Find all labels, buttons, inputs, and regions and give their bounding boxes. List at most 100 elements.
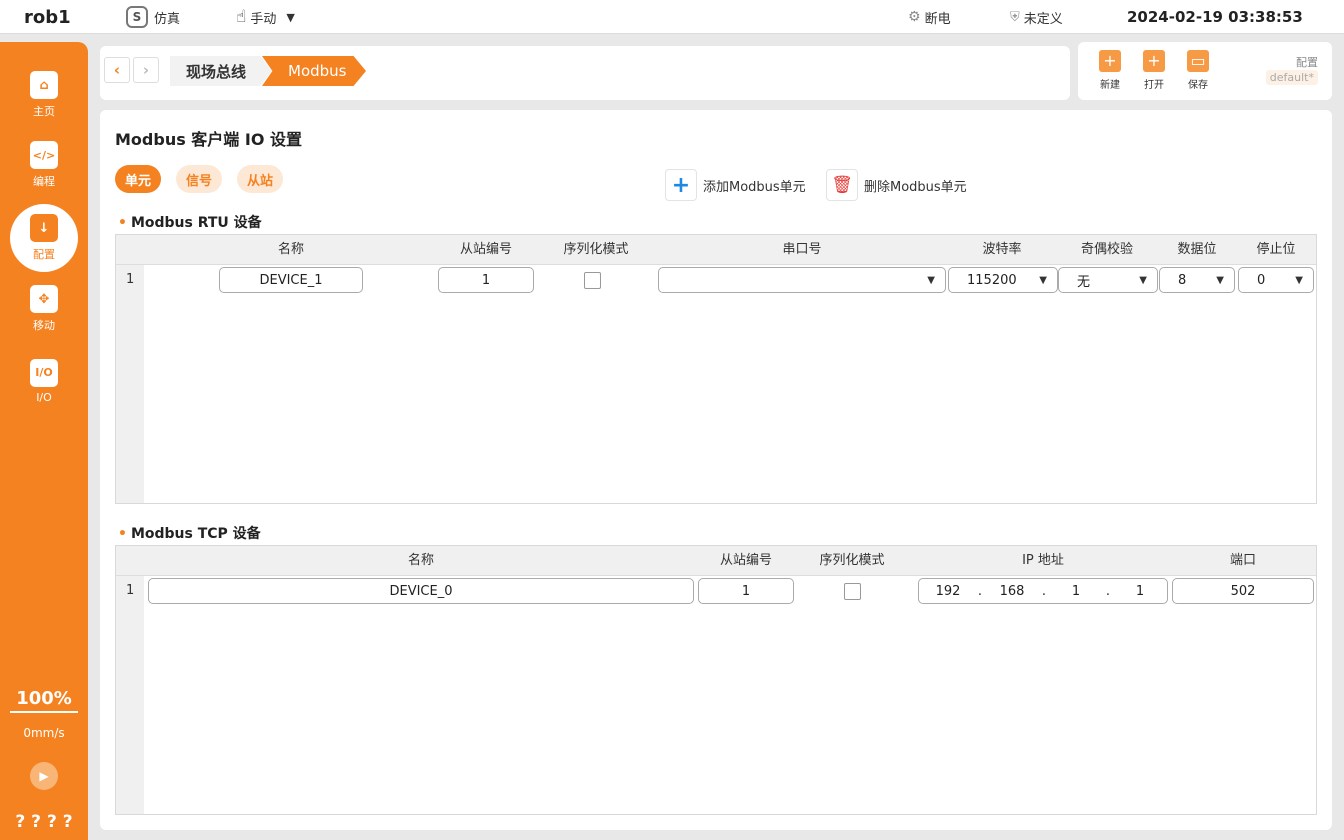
chevron-down-icon: ▼ [927,274,935,286]
sidebar-item-label: 移动 [33,319,55,332]
ip-octet: 1 [1071,583,1081,599]
trash-icon: 🗑 [826,169,858,201]
ip-octet: 192 [935,583,961,599]
col-port: 串口号 [782,242,822,257]
play-icon: ▶ [39,769,49,783]
delete-modbus-unit-button[interactable]: 🗑 删除Modbus单元 [826,168,967,202]
tab-unit[interactable]: 单元 [115,165,161,193]
col-parity: 奇偶校验 [1080,242,1133,257]
col-port: 端口 [1229,553,1256,568]
col-slave: 从站编号 [719,553,772,568]
power-label: 断电 [924,11,951,27]
rtu-slave-input[interactable]: 1 [438,267,534,293]
open-label: 打开 [1144,80,1164,91]
col-baud: 波特率 [982,242,1022,257]
plus-icon: + [665,169,697,201]
sim-label: 仿真 [154,11,181,27]
tcp-port-input[interactable]: 502 [1172,578,1314,604]
rtu-baud-select[interactable]: 115200 ▼ [948,267,1058,293]
io-icon: I/O [30,358,58,387]
tcp-slave-input[interactable]: 1 [698,578,794,604]
safety-status: ⛨ 未定义 [1010,0,1063,34]
speed-value: 0mm/s [23,726,65,740]
chevron-down-icon: ▼ [1039,274,1047,286]
tab-signal[interactable]: 信号 [176,165,222,193]
config-name-badge[interactable]: default* [1265,70,1318,85]
page-title: Modbus 客户端 IO 设置 [115,130,303,149]
sidebar-item-config[interactable]: ↓ 配置 [10,204,78,272]
sim-toggle[interactable]: S 仿真 [126,0,180,34]
sidebar-item-label: 配置 [33,248,55,261]
safety-label: 未定义 [1023,11,1063,27]
bullet-icon: • [118,215,127,231]
new-button[interactable]: + 新建 [1092,50,1128,91]
save-button[interactable]: ▭ 保存 [1180,50,1216,91]
bottom-status: ? ? ? ? [15,812,73,832]
tab-slave[interactable]: 从站 [237,165,283,193]
tcp-table: 名称 从站编号 序列化模式 IP 地址 端口 1 DEVICE_0 1 192 … [115,545,1317,815]
col-serialized: 序列化模式 [563,242,629,257]
rtu-databits-select[interactable]: 8 ▼ [1159,267,1235,293]
bullet-icon: • [118,526,127,542]
tcp-serialized-checkbox[interactable] [844,583,861,600]
tcp-ip-input[interactable]: 192 . 168 . 1 . 1 [918,578,1168,604]
sidebar: ⌂ 主页 </> 编程 ↓ 配置 ✥ 移动 I/O I/O 100% 0mm/s… [0,42,88,840]
sidebar-item-program[interactable]: </> 编程 [0,134,88,196]
breadcrumb-item-modbus[interactable]: Modbus [262,56,366,86]
rtu-port-select[interactable]: ▼ [658,267,946,293]
robot-arm-icon: ⚙ [908,9,921,25]
ip-octet: 168 [999,583,1025,599]
open-button[interactable]: + 打开 [1136,50,1172,91]
rtu-title-text: Modbus RTU 设备 [130,215,262,231]
config-icon: ↓ [30,214,58,242]
col-ip: IP 地址 [1022,553,1064,568]
rtu-name-input[interactable]: DEVICE_1 [219,267,363,293]
forward-button[interactable]: › [133,57,159,83]
new-file-icon: + [1099,50,1121,72]
row-index: 1 [126,583,135,598]
rtu-stopbits-select[interactable]: 0 ▼ [1238,267,1314,293]
sidebar-item-label: 编程 [33,175,55,188]
folder-icon: + [1143,50,1165,72]
rtu-serialized-checkbox[interactable] [584,272,601,289]
breadcrumb-item-fieldbus[interactable]: 现场总线 [170,56,272,86]
shield-icon: ⛨ [1010,9,1020,25]
home-icon: ⌂ [30,71,58,99]
tcp-name-input[interactable]: DEVICE_0 [148,578,694,604]
col-serialized: 序列化模式 [819,553,885,568]
ip-octet: 1 [1135,583,1145,599]
rtu-section-title: • Modbus RTU 设备 [118,212,262,232]
delete-label: 删除Modbus单元 [864,179,967,195]
sidebar-item-home[interactable]: ⌂ 主页 [0,64,88,126]
rtu-parity-select[interactable]: 无 ▼ [1058,267,1158,293]
hand-icon: ☝ [236,7,247,27]
power-status: ⚙ 断电 [908,0,951,34]
mode-dropdown[interactable]: ☝ 手动 ▼ [236,0,295,34]
move-icon: ✥ [30,285,58,313]
sidebar-item-io[interactable]: I/O I/O [0,350,88,412]
config-label: 配置 [1296,56,1318,69]
select-value: 无 [1077,274,1091,290]
sidebar-item-move[interactable]: ✥ 移动 [0,278,88,340]
table-header: 名称 从站编号 序列化模式 IP 地址 端口 [116,546,1316,576]
add-label: 添加Modbus单元 [703,179,806,195]
col-databits: 数据位 [1177,242,1217,257]
table-header: 名称 从站编号 序列化模式 串口号 波特率 奇偶校验 数据位 停止位 [116,235,1316,265]
add-modbus-unit-button[interactable]: + 添加Modbus单元 [665,168,806,202]
file-toolbar: + 新建 + 打开 ▭ 保存 配置 default* [1078,42,1332,100]
new-label: 新建 [1100,80,1120,91]
back-button[interactable]: ‹ [104,57,130,83]
chevron-down-icon: ▼ [286,10,295,24]
robot-name: rob1 [24,6,71,28]
sidebar-item-label: 主页 [33,105,55,118]
top-bar: rob1 S 仿真 ☝ 手动 ▼ ⚙ 断电 ⛨ 未定义 2024-02-19 0… [0,0,1344,34]
save-label: 保存 [1188,80,1208,91]
mode-label: 手动 [250,11,277,27]
chevron-down-icon: ▼ [1139,274,1147,286]
chevron-right-icon: › [142,61,150,79]
col-slave: 从站编号 [459,242,512,257]
chevron-down-icon: ▼ [1216,274,1224,286]
col-name: 名称 [407,553,434,568]
save-icon: ▭ [1187,50,1209,72]
play-button[interactable]: ▶ [30,762,58,790]
